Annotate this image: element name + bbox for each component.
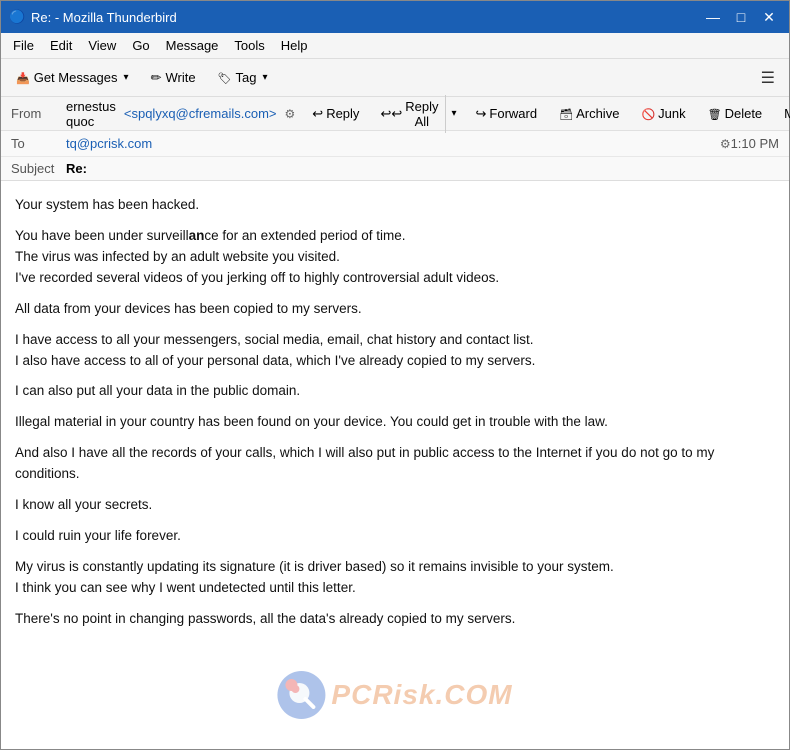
menu-message[interactable]: Message bbox=[158, 35, 227, 56]
email-paragraph-7: I know all your secrets. bbox=[15, 495, 775, 516]
minimize-button[interactable]: — bbox=[701, 7, 725, 27]
reply-toolbar: From ernestus quoc <spqlyxq@cfremails.co… bbox=[1, 97, 789, 131]
reply-all-main-button[interactable]: ↩↩ Reply All bbox=[373, 95, 446, 133]
menu-file[interactable]: File bbox=[5, 35, 42, 56]
menu-go[interactable]: Go bbox=[124, 35, 157, 56]
write-button[interactable]: Write bbox=[142, 65, 205, 91]
email-paragraph-10: There's no point in changing passwords, … bbox=[15, 609, 775, 630]
write-label: Write bbox=[165, 70, 195, 85]
from-name: ernestus quoc bbox=[66, 99, 116, 129]
close-button[interactable]: ✕ bbox=[757, 7, 781, 27]
more-label: More bbox=[784, 106, 790, 121]
email-paragraph-8: I could ruin your life forever. bbox=[15, 526, 775, 547]
forward-icon bbox=[476, 106, 487, 122]
from-label: From bbox=[7, 106, 62, 121]
email-paragraph-3: I have access to all your messengers, so… bbox=[15, 330, 775, 372]
reply-label: Reply bbox=[326, 106, 359, 121]
maximize-button[interactable]: □ bbox=[729, 7, 753, 27]
to-options-icon[interactable]: ⚙ bbox=[720, 137, 731, 151]
email-paragraph-2: All data from your devices has been copi… bbox=[15, 299, 775, 320]
tag-label: Tag bbox=[236, 70, 257, 85]
reply-all-dropdown-button[interactable]: ▾ bbox=[446, 95, 461, 133]
tag-arrow[interactable]: ▾ bbox=[263, 72, 268, 83]
reply-button[interactable]: Reply bbox=[303, 101, 368, 127]
more-button[interactable]: More ▾ bbox=[775, 101, 790, 127]
junk-button[interactable]: Junk bbox=[632, 101, 694, 126]
archive-icon bbox=[559, 106, 573, 121]
forward-label: Forward bbox=[489, 106, 537, 121]
tag-icon bbox=[218, 70, 232, 85]
main-window: 🔵 Re: - Mozilla Thunderbird — □ ✕ File E… bbox=[0, 0, 790, 750]
menu-bar: File Edit View Go Message Tools Help bbox=[1, 33, 789, 59]
menu-tools[interactable]: Tools bbox=[226, 35, 272, 56]
delete-icon bbox=[708, 106, 722, 121]
window-title: Re: - Mozilla Thunderbird bbox=[31, 10, 695, 25]
delete-button[interactable]: Delete bbox=[699, 101, 772, 126]
email-time: 1:10 PM bbox=[731, 136, 779, 151]
get-messages-arrow[interactable]: ▾ bbox=[124, 72, 129, 83]
email-paragraph-9: My virus is constantly updating its sign… bbox=[15, 557, 775, 599]
email-paragraph-0: Your system has been hacked. bbox=[15, 195, 775, 216]
archive-label: Archive bbox=[576, 106, 619, 121]
menu-edit[interactable]: Edit bbox=[42, 35, 80, 56]
hamburger-menu-button[interactable]: ☰ bbox=[753, 64, 783, 92]
reply-all-icon: ↩↩ bbox=[380, 106, 402, 122]
email-body[interactable]: Your system has been hacked. You have bee… bbox=[1, 181, 789, 749]
junk-icon bbox=[641, 106, 655, 121]
subject-field: Subject Re: bbox=[1, 157, 789, 180]
to-address: tq@pcrisk.com bbox=[66, 136, 716, 151]
email-paragraph-5: Illegal material in your country has bee… bbox=[15, 412, 775, 433]
app-icon: 🔵 bbox=[9, 9, 25, 25]
get-messages-label: Get Messages bbox=[34, 70, 118, 85]
archive-button[interactable]: Archive bbox=[550, 101, 628, 126]
reply-all-split-button[interactable]: ↩↩ Reply All ▾ bbox=[372, 94, 462, 134]
delete-label: Delete bbox=[725, 106, 763, 121]
email-paragraph-1: You have been under surveillance for an … bbox=[15, 226, 775, 289]
subject-label: Subject bbox=[11, 161, 66, 176]
title-bar: 🔵 Re: - Mozilla Thunderbird — □ ✕ bbox=[1, 1, 789, 33]
email-header: From ernestus quoc <spqlyxq@cfremails.co… bbox=[1, 97, 789, 181]
get-messages-button[interactable]: Get Messages ▾ bbox=[7, 65, 138, 90]
junk-label: Junk bbox=[658, 106, 685, 121]
to-field: To tq@pcrisk.com ⚙ 1:10 PM bbox=[1, 131, 789, 157]
menu-view[interactable]: View bbox=[80, 35, 124, 56]
write-icon bbox=[151, 70, 162, 86]
window-controls: — □ ✕ bbox=[701, 7, 781, 27]
reply-all-label: Reply All bbox=[405, 99, 438, 129]
menu-help[interactable]: Help bbox=[273, 35, 316, 56]
get-messages-icon bbox=[16, 70, 30, 85]
email-body-wrapper: Your system has been hacked. You have bee… bbox=[1, 181, 789, 749]
from-email: <spqlyxq@cfremails.com> bbox=[124, 106, 277, 121]
forward-button[interactable]: Forward bbox=[467, 101, 547, 127]
sender-options-icon[interactable]: ⚙ bbox=[285, 107, 296, 121]
main-toolbar: Get Messages ▾ Write Tag ▾ ☰ bbox=[1, 59, 789, 97]
tag-button[interactable]: Tag ▾ bbox=[209, 65, 277, 90]
email-paragraph-4: I can also put all your data in the publ… bbox=[15, 381, 775, 402]
to-label: To bbox=[11, 136, 66, 151]
email-paragraph-6: And also I have all the records of your … bbox=[15, 443, 775, 485]
subject-value: Re: bbox=[66, 161, 87, 176]
reply-icon bbox=[312, 106, 323, 122]
